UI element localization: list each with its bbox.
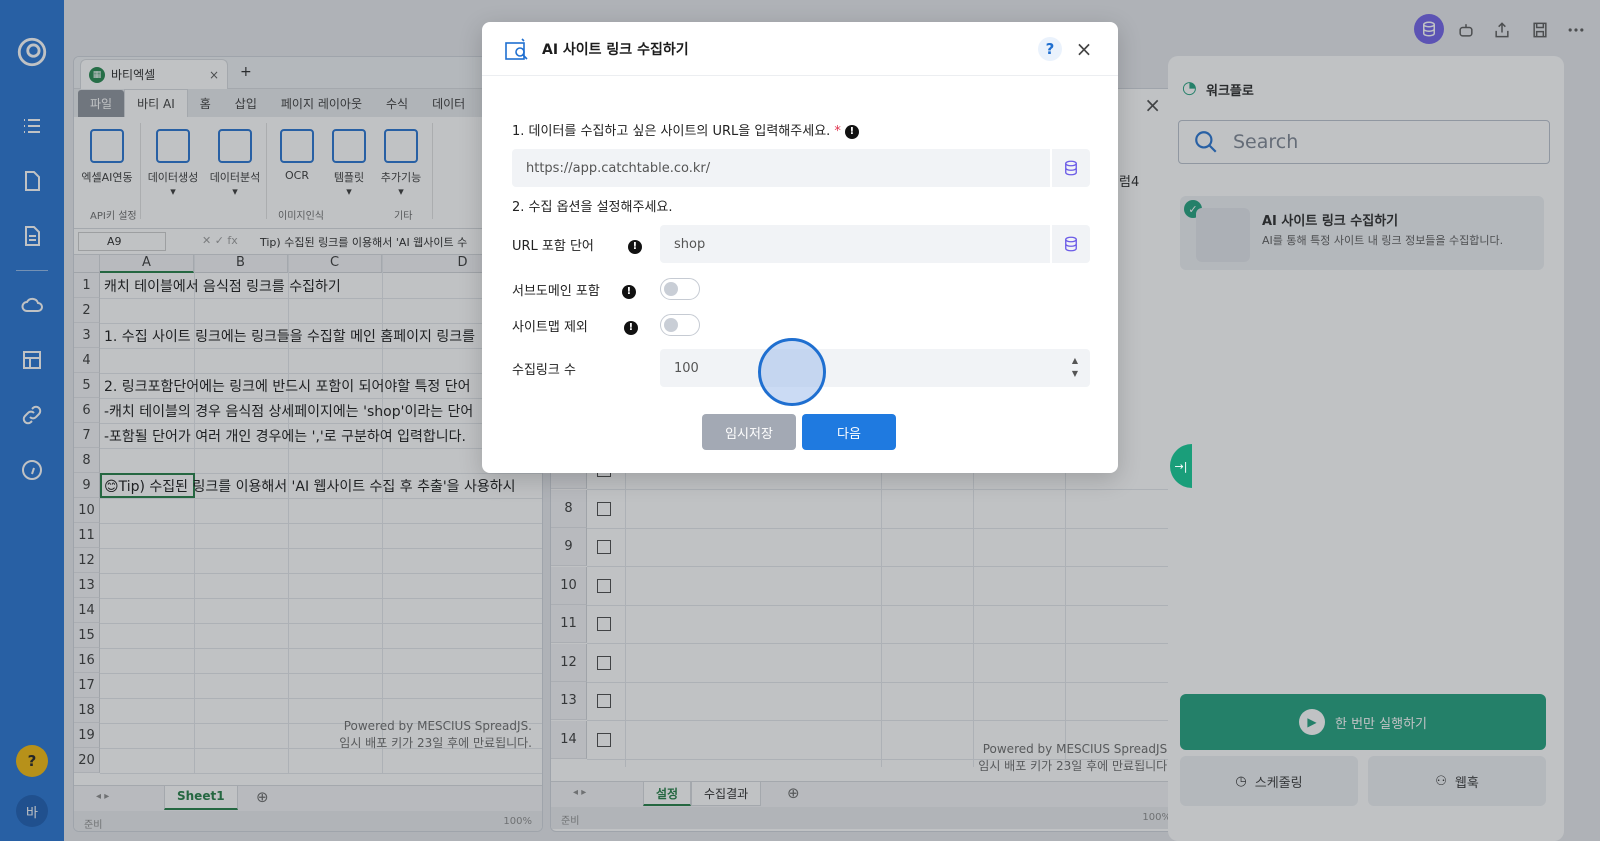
temp-save-button[interactable]: 임시저장 bbox=[702, 414, 796, 450]
database-icon[interactable] bbox=[1050, 225, 1090, 263]
info-icon: ! bbox=[621, 284, 636, 299]
sitemap-label: 사이트맵 제외! bbox=[512, 316, 638, 335]
url-question: 1. 데이터를 수집하고 싶은 사이트의 URL을 입력해주세요. *! bbox=[512, 120, 859, 139]
link-collect-dialog: AI 사이트 링크 수집하기 ? × 1. 데이터를 수집하고 싶은 사이트의 … bbox=[482, 22, 1118, 473]
next-button[interactable]: 다음 bbox=[802, 414, 896, 450]
database-icon[interactable] bbox=[1050, 149, 1090, 187]
url-word-label: URL 포함 단어! bbox=[512, 235, 642, 254]
info-icon: ! bbox=[623, 320, 638, 335]
sitemap-toggle[interactable] bbox=[660, 314, 700, 336]
subdomain-toggle[interactable] bbox=[660, 278, 700, 300]
stepper-arrows-icon[interactable]: ▲ ▼ bbox=[1072, 354, 1078, 380]
dialog-close-button[interactable]: × bbox=[1072, 37, 1096, 61]
dialog-help-button[interactable]: ? bbox=[1038, 37, 1062, 61]
link-search-icon bbox=[505, 37, 528, 60]
options-question: 2. 수집 옵션을 설정해주세요. bbox=[512, 200, 673, 215]
required-mark: * bbox=[834, 124, 841, 139]
info-icon: ! bbox=[627, 239, 642, 254]
count-value: 100 bbox=[674, 360, 699, 376]
url-word-value: shop bbox=[674, 236, 706, 252]
subdomain-label: 서브도메인 포함! bbox=[512, 280, 636, 299]
url-input[interactable]: https://app.catchtable.co.kr/ bbox=[512, 149, 1090, 187]
dialog-header: AI 사이트 링크 수집하기 ? × bbox=[482, 22, 1118, 76]
url-value: https://app.catchtable.co.kr/ bbox=[526, 160, 711, 176]
click-indicator bbox=[758, 338, 826, 406]
count-label: 수집링크 수 bbox=[512, 363, 576, 378]
info-icon: ! bbox=[844, 124, 859, 139]
count-stepper[interactable]: 100 ▲ ▼ bbox=[660, 349, 1090, 387]
dialog-title: AI 사이트 링크 수집하기 bbox=[542, 41, 689, 58]
url-word-input[interactable]: shop bbox=[660, 225, 1090, 263]
